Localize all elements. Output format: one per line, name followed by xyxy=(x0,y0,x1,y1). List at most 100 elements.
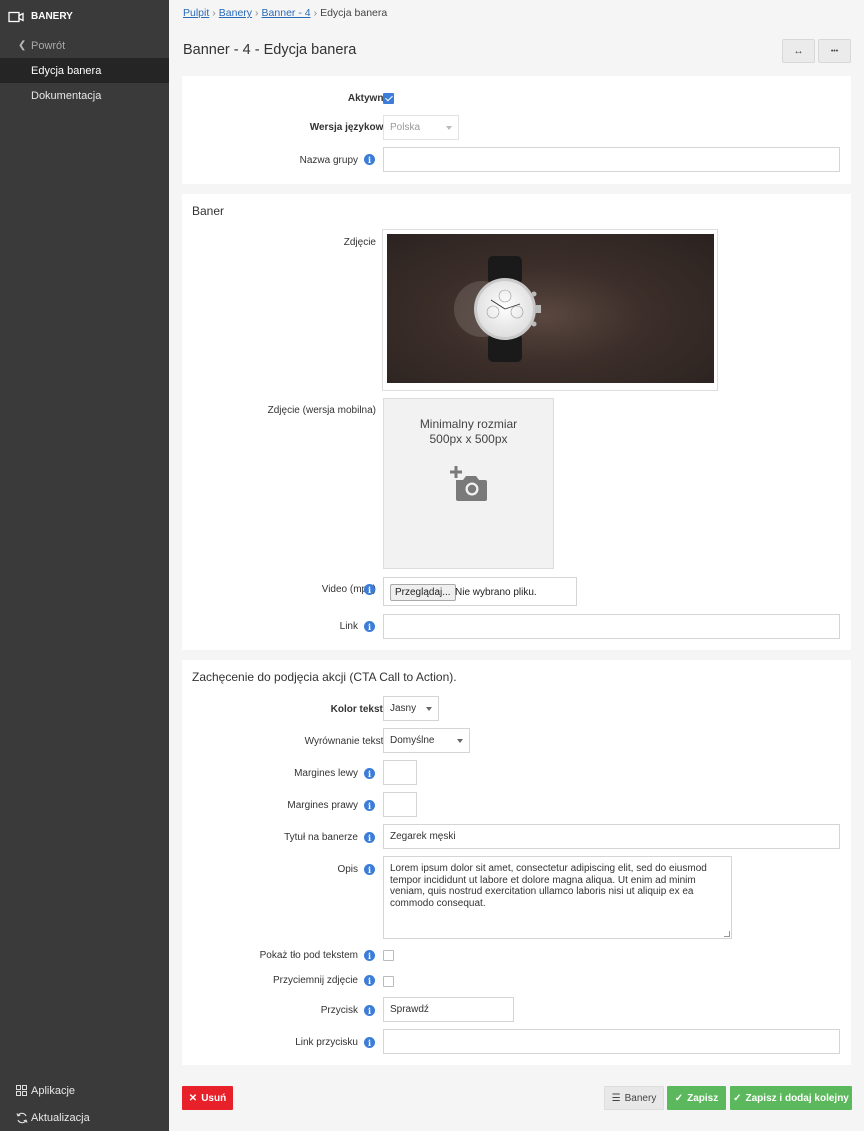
info-icon: i xyxy=(364,1037,375,1048)
mobile-image-label: Zdjęcie (wersja mobilna) xyxy=(267,405,376,416)
back-link[interactable]: ❮ Powrót xyxy=(0,33,169,58)
margin-right-input[interactable] xyxy=(383,792,417,817)
group-name-input[interactable] xyxy=(383,147,840,172)
save-and-add-button[interactable]: ✓ Zapisz i dodaj kolejny xyxy=(730,1086,852,1110)
back-label: Powrót xyxy=(31,39,66,52)
save-button[interactable]: ✓ Zapisz xyxy=(667,1086,726,1110)
info-icon: i xyxy=(364,584,375,595)
banner-title-value: Zegarek męski xyxy=(390,831,456,842)
info-icon: i xyxy=(364,975,375,986)
banner-image[interactable] xyxy=(382,229,718,391)
link-label: Link xyxy=(339,621,358,632)
cta-section-title: Zachęcenie do podjęcia akcji (CTA Call t… xyxy=(192,670,457,684)
info-icon: i xyxy=(364,621,375,632)
caret-down-icon xyxy=(446,126,452,130)
language-value: Polska xyxy=(390,122,421,133)
sidebar-item-documentation[interactable]: Dokumentacja xyxy=(0,83,169,108)
breadcrumb-link-banner[interactable]: Banner - 4 xyxy=(262,7,311,19)
mobile-image-upload[interactable]: Minimalny rozmiar 500px x 500px xyxy=(383,398,554,569)
text-color-label: Kolor tekstu xyxy=(330,704,389,715)
breadcrumb: Pulpit › Banery › Banner - 4 › Edycja banera xyxy=(183,7,388,19)
show-bg-label: Pokaż tło pod tekstem xyxy=(259,950,358,961)
language-label: Wersja językowa xyxy=(309,122,389,133)
button-link-label: Link przycisku xyxy=(295,1037,358,1048)
darken-checkbox[interactable] xyxy=(383,976,394,987)
breadcrumb-link-dashboard[interactable]: Pulpit xyxy=(183,7,209,19)
sidebar-item-label: Dokumentacja xyxy=(31,89,102,102)
info-icon: i xyxy=(364,154,375,165)
sidebar-item-label: Aktualizacja xyxy=(31,1111,90,1124)
app-title: BANERY xyxy=(31,11,73,22)
check-icon: ✓ xyxy=(733,1092,742,1104)
text-color-select[interactable]: Jasny xyxy=(383,696,439,721)
text-align-label: Wyrównanie tekstu xyxy=(304,736,389,747)
button-text-label: Przycisk xyxy=(320,1005,358,1016)
info-icon: i xyxy=(364,1005,375,1016)
sidebar-item-updates[interactable]: Aktualizacja xyxy=(0,1104,169,1131)
button-text-input[interactable]: Sprawdź xyxy=(383,997,514,1022)
refresh-icon xyxy=(16,1112,28,1124)
video-file-input[interactable]: Przeglądaj... Nie wybrano pliku. xyxy=(383,577,577,606)
app-header: BANERY xyxy=(0,0,169,33)
expand-arrows-icon: ↔ xyxy=(793,45,804,57)
info-icon: i xyxy=(364,768,375,779)
sidebar: BANERY ❮ Powrót Edycja banera Dokumentac… xyxy=(0,0,169,1131)
more-button[interactable]: ••• xyxy=(818,39,851,63)
ellipsis-icon: ••• xyxy=(830,47,839,55)
button-link-input[interactable] xyxy=(383,1029,840,1054)
page-title: Banner - 4 - Edycja banera xyxy=(183,42,357,58)
resize-handle-icon[interactable] xyxy=(724,931,730,937)
cta-panel: Zachęcenie do podjęcia akcji (CTA Call t… xyxy=(182,660,851,1065)
info-icon: i xyxy=(364,832,375,843)
banner-section-title: Baner xyxy=(192,204,225,218)
delete-button[interactable]: ✕ Usuń xyxy=(182,1086,233,1110)
check-icon: ✓ xyxy=(674,1092,684,1104)
text-align-select[interactable]: Domyślne xyxy=(383,728,470,753)
breadcrumb-current: Edycja banera xyxy=(320,7,388,19)
no-file-text: Nie wybrano pliku. xyxy=(455,587,537,598)
breadcrumb-link-banners[interactable]: Banery xyxy=(219,7,252,19)
image-label: Zdjęcie xyxy=(343,237,376,248)
main-content: Pulpit › Banery › Banner - 4 › Edycja banera B… xyxy=(169,0,864,1131)
banners-list-button[interactable]: ☰ Banery xyxy=(604,1086,664,1110)
description-value: Lorem ipsum dolor sit amet, consectetur … xyxy=(390,863,707,909)
min-size-line2: 500px x 500px xyxy=(429,432,508,446)
darken-label: Przyciemnij zdjęcie xyxy=(272,975,358,986)
text-align-value: Domyślne xyxy=(390,735,435,746)
list-icon: ☰ xyxy=(611,1092,621,1104)
margin-right-label: Margines prawy xyxy=(287,800,358,811)
language-select[interactable]: Polska xyxy=(383,115,459,140)
caret-down-icon xyxy=(426,707,432,711)
margin-left-input[interactable] xyxy=(383,760,417,785)
banner-title-input[interactable]: Zegarek męski xyxy=(383,824,840,849)
sidebar-item-label: Edycja banera xyxy=(31,64,102,77)
expand-button[interactable]: ↔ xyxy=(782,39,815,63)
show-bg-checkbox[interactable] xyxy=(383,950,394,961)
info-icon: i xyxy=(364,800,375,811)
browse-button[interactable]: Przeglądaj... xyxy=(390,584,456,601)
button-text-value: Sprawdź xyxy=(390,1004,429,1015)
min-size-line1: Minimalny rozmiar xyxy=(419,417,518,431)
group-name-label: Nazwa grupy xyxy=(299,155,358,166)
general-panel: Aktywny Wersja językowa Polska Nazwa gru… xyxy=(182,76,851,184)
caret-down-icon xyxy=(457,739,463,743)
link-input[interactable] xyxy=(383,614,840,639)
description-textarea[interactable]: Lorem ipsum dolor sit amet, consectetur … xyxy=(383,856,732,939)
active-checkbox[interactable] xyxy=(383,93,394,104)
info-icon: i xyxy=(364,950,375,961)
watch-image xyxy=(454,256,541,362)
sidebar-item-edit-banner[interactable]: Edycja banera xyxy=(0,58,169,83)
text-color-value: Jasny xyxy=(390,703,417,714)
margin-left-label: Margines lewy xyxy=(294,768,358,779)
banner-title-label: Tytuł na banerze xyxy=(284,832,358,843)
add-photo-icon xyxy=(450,466,487,501)
sidebar-item-apps[interactable]: Aplikacje xyxy=(0,1077,169,1104)
grid-icon xyxy=(16,1085,27,1096)
info-icon: i xyxy=(364,864,375,875)
video-camera-icon xyxy=(8,11,24,22)
banner-panel: Baner Zdjęcie Zdjęcie (wersja mobilna) M… xyxy=(182,194,851,650)
chevron-left-icon: ❮ xyxy=(18,40,27,51)
close-icon: ✕ xyxy=(188,1092,198,1104)
sidebar-item-label: Aplikacje xyxy=(31,1084,76,1097)
sidebar-bottom: Aplikacje Aktualizacja xyxy=(0,1077,169,1131)
